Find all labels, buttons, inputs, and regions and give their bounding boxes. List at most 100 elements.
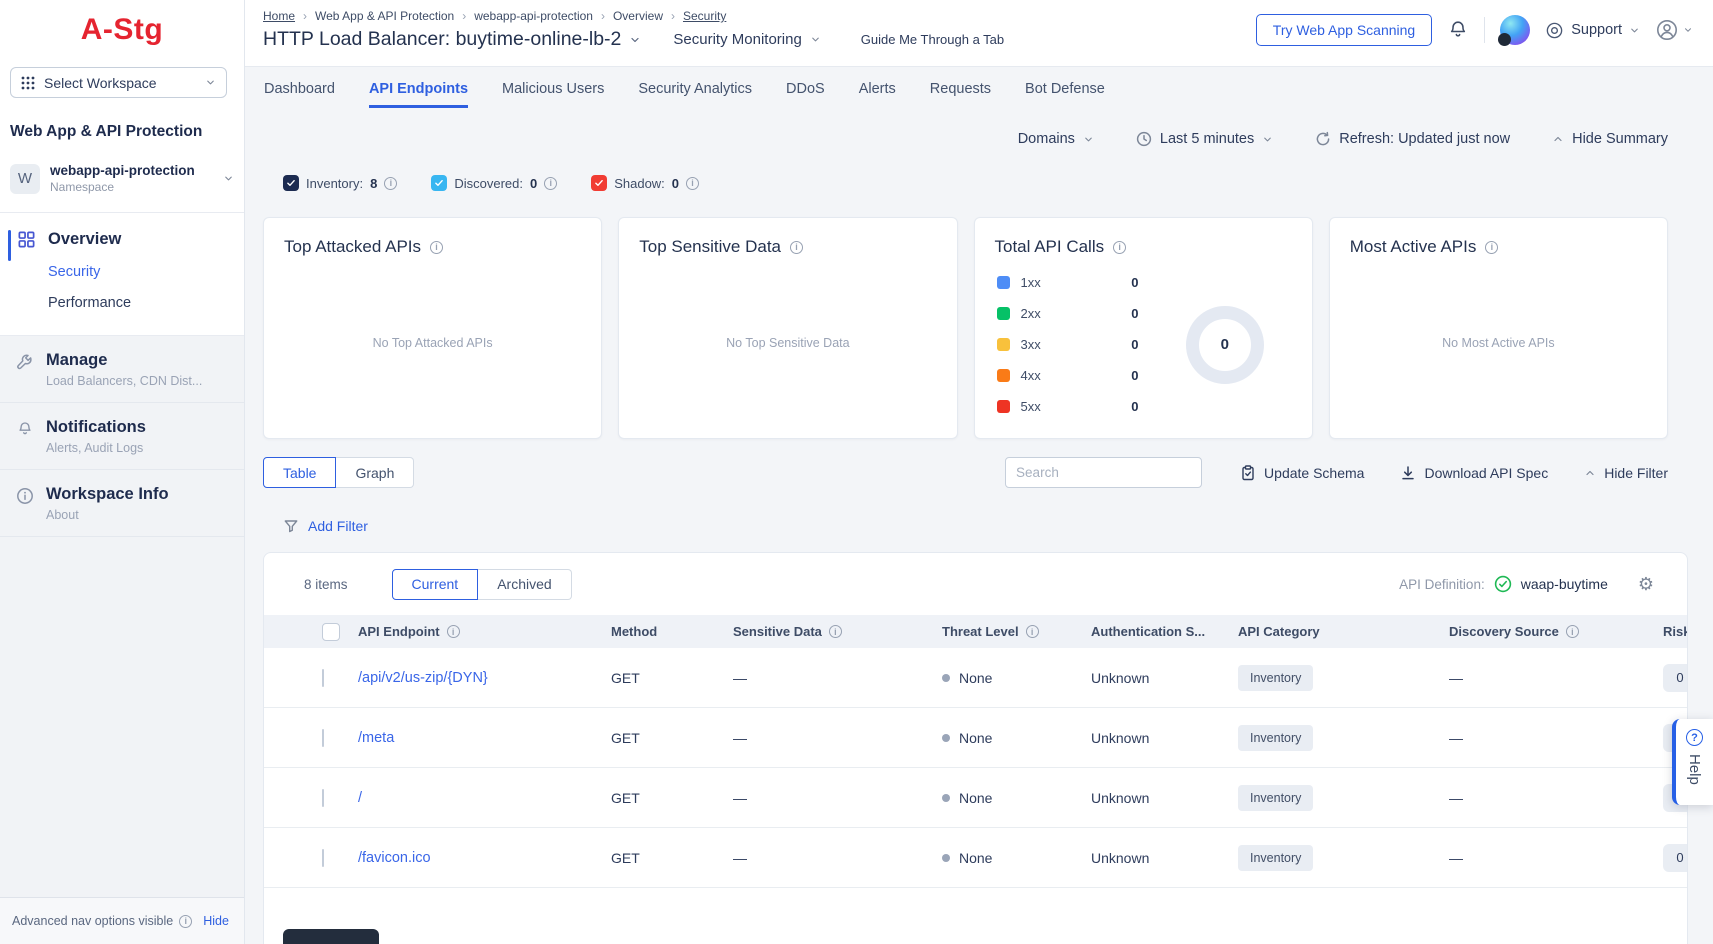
tab-api-endpoints[interactable]: API Endpoints bbox=[369, 81, 468, 108]
shadow-checkbox[interactable] bbox=[591, 175, 607, 191]
namespace-selector[interactable]: W webapp-api-protection Namespace bbox=[10, 163, 234, 194]
sidebar-item-performance[interactable]: Performance bbox=[48, 295, 244, 311]
tab-dashboard[interactable]: Dashboard bbox=[264, 81, 335, 108]
chevron-down-icon bbox=[1083, 134, 1094, 145]
breadcrumb-home[interactable]: Home bbox=[263, 9, 295, 23]
tab-security-analytics[interactable]: Security Analytics bbox=[638, 81, 752, 108]
time-range-dropdown[interactable]: Last 5 minutes bbox=[1136, 131, 1273, 147]
table-row: /favicon.ico GET — None Unknown Inventor… bbox=[264, 828, 1688, 888]
column-api-category[interactable]: API Category bbox=[1238, 624, 1320, 639]
column-discovery-source[interactable]: Discovery Source bbox=[1449, 624, 1559, 639]
discovery-source-cell: — bbox=[1449, 850, 1663, 866]
legend-label: 4xx bbox=[1021, 368, 1041, 383]
chevron-down-icon[interactable] bbox=[629, 34, 641, 46]
domains-dropdown[interactable]: Domains bbox=[1018, 131, 1094, 147]
breadcrumb-security[interactable]: Security bbox=[683, 9, 726, 23]
advanced-nav-label: Advanced nav options visible bbox=[12, 914, 173, 928]
hide-filter-toggle[interactable]: Hide Filter bbox=[1584, 465, 1668, 481]
authentication-cell: Unknown bbox=[1091, 790, 1238, 806]
wrench-icon bbox=[16, 353, 34, 371]
legend-label: 2xx bbox=[1021, 306, 1041, 321]
breadcrumb-overview[interactable]: Overview bbox=[613, 9, 663, 23]
tab-ddos[interactable]: DDoS bbox=[786, 81, 825, 108]
column-authentication[interactable]: Authentication S... bbox=[1091, 624, 1205, 639]
card-top-attacked-apis: Top Attacked APIs i No Top Attacked APIs bbox=[263, 217, 602, 439]
breadcrumb-waap[interactable]: Web App & API Protection bbox=[315, 9, 454, 23]
current-tab-button[interactable]: Current bbox=[392, 569, 479, 600]
filter-discovered[interactable]: Discovered: 0 i bbox=[431, 175, 557, 191]
select-all-checkbox[interactable] bbox=[322, 623, 340, 641]
row-checkbox[interactable] bbox=[322, 849, 324, 867]
api-definition-value[interactable]: waap-buytime bbox=[1521, 576, 1608, 592]
sidebar-item-overview[interactable]: Overview bbox=[0, 230, 244, 249]
column-risk-score[interactable]: Risk S bbox=[1663, 624, 1688, 639]
filter-shadow[interactable]: Shadow: 0 i bbox=[591, 175, 699, 191]
card-top-sensitive-data: Top Sensitive Data i No Top Sensitive Da… bbox=[618, 217, 957, 439]
guide-me-link[interactable]: Guide Me Through a Tab bbox=[861, 32, 1004, 47]
column-sensitive-data[interactable]: Sensitive Data bbox=[733, 624, 822, 639]
legend-label: 5xx bbox=[1021, 399, 1041, 414]
sidebar-item-security[interactable]: Security bbox=[48, 264, 244, 280]
workspace-selector-label: Select Workspace bbox=[44, 75, 196, 91]
column-threat-level[interactable]: Threat Level bbox=[942, 624, 1019, 639]
endpoint-link[interactable]: /meta bbox=[358, 730, 394, 746]
inventory-checkbox[interactable] bbox=[283, 175, 299, 191]
refresh-control[interactable]: Refresh: Updated just now bbox=[1315, 131, 1510, 147]
chevron-up-icon bbox=[1552, 133, 1564, 145]
legend-value: 0 bbox=[1131, 337, 1138, 352]
info-icon: i bbox=[179, 915, 192, 928]
legend-swatch bbox=[997, 276, 1010, 289]
discovered-checkbox[interactable] bbox=[431, 175, 447, 191]
add-filter-button[interactable]: Add Filter bbox=[283, 518, 1713, 534]
sidebar-item-description: Alerts, Audit Logs bbox=[46, 441, 146, 455]
api-category-badge: Inventory bbox=[1238, 785, 1313, 811]
hide-advanced-nav-link[interactable]: Hide bbox=[203, 914, 229, 928]
sidebar-item-manage[interactable]: Manage Load Balancers, CDN Dist... bbox=[0, 336, 244, 403]
tab-alerts[interactable]: Alerts bbox=[859, 81, 896, 108]
threat-level-cell: None bbox=[959, 670, 992, 686]
sidebar-item-notifications[interactable]: Notifications Alerts, Audit Logs bbox=[0, 403, 244, 470]
row-checkbox[interactable] bbox=[322, 669, 324, 687]
support-menu[interactable]: Support bbox=[1545, 21, 1640, 40]
account-avatar[interactable] bbox=[1500, 15, 1530, 45]
legend-value: 0 bbox=[1131, 306, 1138, 321]
check-circle-icon bbox=[1494, 575, 1512, 593]
hide-summary-toggle[interactable]: Hide Summary bbox=[1552, 131, 1668, 147]
endpoint-link[interactable]: /api/v2/us-zip/{DYN} bbox=[358, 670, 488, 686]
threat-level-dot bbox=[942, 674, 950, 682]
discovery-source-cell: — bbox=[1449, 730, 1663, 746]
workspace-selector[interactable]: Select Workspace bbox=[10, 67, 227, 98]
row-checkbox[interactable] bbox=[322, 729, 324, 747]
tab-requests[interactable]: Requests bbox=[930, 81, 991, 108]
download-api-spec-button[interactable]: Download API Spec bbox=[1400, 465, 1548, 481]
user-menu[interactable] bbox=[1655, 18, 1693, 42]
graph-view-button[interactable]: Graph bbox=[336, 457, 414, 488]
help-widget[interactable]: ? Help bbox=[1672, 719, 1713, 805]
archived-tab-button[interactable]: Archived bbox=[478, 569, 571, 600]
sidebar-item-workspace-info[interactable]: Workspace Info About bbox=[0, 470, 244, 537]
endpoint-link[interactable]: /favicon.ico bbox=[358, 850, 431, 866]
sidebar: A-Stg Select Workspace Web App & API Pro… bbox=[0, 0, 245, 944]
column-api-endpoint[interactable]: API Endpoint bbox=[358, 624, 440, 639]
update-schema-button[interactable]: Update Schema bbox=[1240, 465, 1364, 481]
api-category-badge: Inventory bbox=[1238, 725, 1313, 751]
column-method[interactable]: Method bbox=[611, 624, 657, 639]
view-selector[interactable]: Security Monitoring bbox=[673, 31, 820, 48]
filter-label: Discovered: bbox=[454, 176, 523, 191]
filter-inventory[interactable]: Inventory: 8 i bbox=[283, 175, 397, 191]
tab-malicious-users[interactable]: Malicious Users bbox=[502, 81, 604, 108]
chevron-down-icon bbox=[810, 34, 821, 45]
active-indicator bbox=[8, 230, 11, 261]
tab-bot-defense[interactable]: Bot Defense bbox=[1025, 81, 1105, 108]
breadcrumb-separator: › bbox=[303, 9, 307, 23]
gear-icon[interactable]: ⚙ bbox=[1638, 575, 1654, 593]
threat-level-dot bbox=[942, 794, 950, 802]
row-checkbox[interactable] bbox=[322, 789, 324, 807]
breadcrumb-namespace[interactable]: webapp-api-protection bbox=[474, 9, 593, 23]
search-input[interactable] bbox=[1005, 457, 1202, 488]
table-view-button[interactable]: Table bbox=[263, 457, 336, 488]
endpoint-link[interactable]: / bbox=[358, 790, 362, 806]
try-web-app-scanning-button[interactable]: Try Web App Scanning bbox=[1256, 14, 1432, 46]
header-actions: Try Web App Scanning Support bbox=[1256, 14, 1693, 46]
notifications-bell-icon[interactable] bbox=[1447, 19, 1469, 41]
